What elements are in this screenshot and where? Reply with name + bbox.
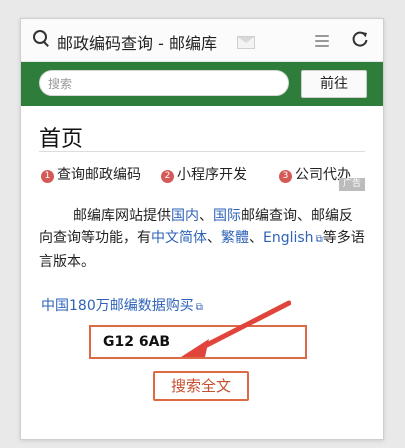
feature-label: 查询邮政编码 bbox=[57, 167, 141, 183]
link-domestic[interactable]: 国内 bbox=[171, 208, 199, 224]
feature-query-postcode[interactable]: 1 查询邮政编码 bbox=[41, 164, 141, 184]
search-bar: 搜索 前往 bbox=[21, 62, 383, 106]
tabs-icon[interactable] bbox=[315, 32, 329, 48]
intro-text-1: 邮编库网站提供 bbox=[73, 208, 171, 224]
phone-screen: 邮政编码查询 - 邮编库 搜索 前往 首页 1 查询邮政编码 2 小程序开发 3 公司… bbox=[20, 18, 384, 440]
go-button[interactable]: 前往 bbox=[301, 70, 367, 98]
intro-sep-1: 、 bbox=[199, 208, 213, 224]
browser-top-bar: 邮政编码查询 - 邮编库 bbox=[21, 19, 383, 62]
link-traditional-chinese[interactable]: 繁體 bbox=[221, 230, 249, 246]
search-icon[interactable] bbox=[33, 30, 49, 47]
link-english[interactable]: English bbox=[263, 230, 314, 246]
search-fulltext-button[interactable]: 搜索全文 bbox=[153, 371, 249, 401]
divider bbox=[39, 151, 365, 152]
feature-miniprogram[interactable]: 2 小程序开发 bbox=[161, 164, 247, 184]
link-international[interactable]: 国际 bbox=[213, 208, 241, 224]
feature-number: 1 bbox=[41, 170, 54, 183]
ad-badge: 广告 bbox=[339, 178, 365, 191]
page-title: 邮政编码查询 - 邮编库 bbox=[57, 34, 217, 53]
mail-icon bbox=[237, 36, 255, 49]
feature-number: 3 bbox=[279, 170, 292, 183]
feature-number: 2 bbox=[161, 170, 174, 183]
annotation-arrow bbox=[181, 300, 291, 357]
feature-label: 小程序开发 bbox=[177, 167, 247, 183]
intro-sep-3: 、 bbox=[249, 230, 263, 246]
reload-icon[interactable] bbox=[351, 30, 369, 48]
intro-sep-2: 、 bbox=[207, 230, 221, 246]
intro-paragraph: 邮编库网站提供国内、国际邮编查询、邮编反向查询等功能，有中文简体、繁體、Engl… bbox=[39, 205, 365, 273]
link-simplified-chinese[interactable]: 中文简体 bbox=[151, 230, 207, 246]
search-input[interactable]: 搜索 bbox=[39, 70, 289, 96]
external-link-icon: ⧉ bbox=[315, 234, 323, 245]
home-heading: 首页 bbox=[39, 127, 84, 152]
